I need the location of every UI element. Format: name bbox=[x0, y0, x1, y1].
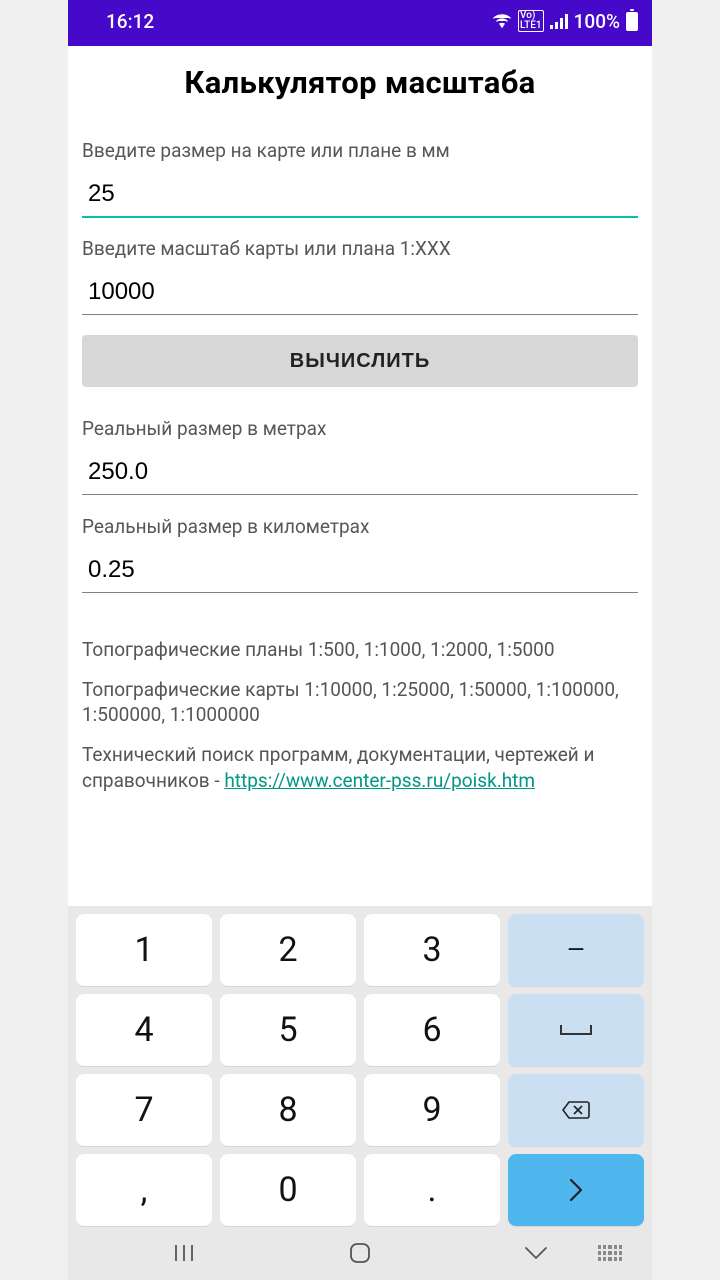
battery-percent: 100% bbox=[574, 10, 620, 33]
info-block: Топографические планы 1:500, 1:1000, 1:2… bbox=[82, 637, 638, 793]
space-icon bbox=[559, 1023, 593, 1037]
key-1[interactable]: 1 bbox=[76, 914, 212, 986]
key-backspace[interactable] bbox=[508, 1074, 644, 1146]
chevron-right-icon bbox=[568, 1177, 584, 1203]
chevron-down-icon bbox=[523, 1245, 549, 1261]
search-link[interactable]: https://www.center-pss.ru/poisk.htm bbox=[224, 769, 535, 792]
battery-icon bbox=[626, 12, 638, 31]
backspace-icon bbox=[561, 1100, 591, 1120]
meters-output[interactable] bbox=[82, 452, 638, 495]
km-output[interactable] bbox=[82, 550, 638, 593]
keyboard-icon bbox=[598, 1245, 622, 1261]
wifi-icon bbox=[492, 13, 512, 29]
key-0[interactable]: 0 bbox=[220, 1154, 356, 1226]
status-time: 16:12 bbox=[106, 10, 154, 33]
key-3[interactable]: 3 bbox=[364, 914, 500, 986]
key-dot[interactable]: . bbox=[364, 1154, 500, 1226]
info-plans: Топографические планы 1:500, 1:1000, 1:2… bbox=[82, 637, 638, 663]
info-search: Технический поиск программ, документации… bbox=[82, 742, 638, 793]
recent-icon bbox=[173, 1243, 195, 1263]
km-label: Реальный размер в километрах bbox=[82, 515, 638, 538]
key-comma[interactable]: , bbox=[76, 1154, 212, 1226]
meters-label: Реальный размер в метрах bbox=[82, 417, 638, 440]
signal-icon bbox=[550, 14, 568, 29]
key-space[interactable] bbox=[508, 994, 644, 1066]
scale-input[interactable] bbox=[82, 272, 638, 315]
nav-back[interactable] bbox=[516, 1245, 556, 1261]
key-7[interactable]: 7 bbox=[76, 1074, 212, 1146]
map-size-input[interactable] bbox=[82, 174, 638, 218]
info-maps: Топографические карты 1:10000, 1:25000, … bbox=[82, 677, 638, 728]
key-go[interactable] bbox=[508, 1154, 644, 1226]
nav-home[interactable] bbox=[340, 1241, 380, 1265]
android-navbar bbox=[76, 1226, 644, 1280]
key-9[interactable]: 9 bbox=[364, 1074, 500, 1146]
key-4[interactable]: 4 bbox=[76, 994, 212, 1066]
status-icons: Vo)LTE1 100% bbox=[492, 10, 638, 33]
nav-recent[interactable] bbox=[164, 1243, 204, 1263]
numeric-keyboard: 1 2 3 − 4 5 6 7 8 9 , 0 . bbox=[68, 906, 652, 1280]
key-minus[interactable]: − bbox=[508, 914, 644, 986]
status-bar: 16:12 Vo)LTE1 100% bbox=[68, 0, 652, 46]
key-5[interactable]: 5 bbox=[220, 994, 356, 1066]
page-title: Калькулятор масштаба bbox=[82, 64, 638, 101]
key-8[interactable]: 8 bbox=[220, 1074, 356, 1146]
scale-label: Введите масштаб карты или плана 1:XXX bbox=[82, 237, 638, 260]
volte-icon: Vo)LTE1 bbox=[518, 10, 544, 32]
map-size-label: Введите размер на карте или плане в мм bbox=[82, 139, 638, 162]
calculate-button[interactable]: ВЫЧИСЛИТЬ bbox=[82, 335, 638, 387]
key-2[interactable]: 2 bbox=[220, 914, 356, 986]
nav-keyboard-toggle[interactable] bbox=[590, 1245, 630, 1261]
home-icon bbox=[348, 1241, 372, 1265]
key-6[interactable]: 6 bbox=[364, 994, 500, 1066]
